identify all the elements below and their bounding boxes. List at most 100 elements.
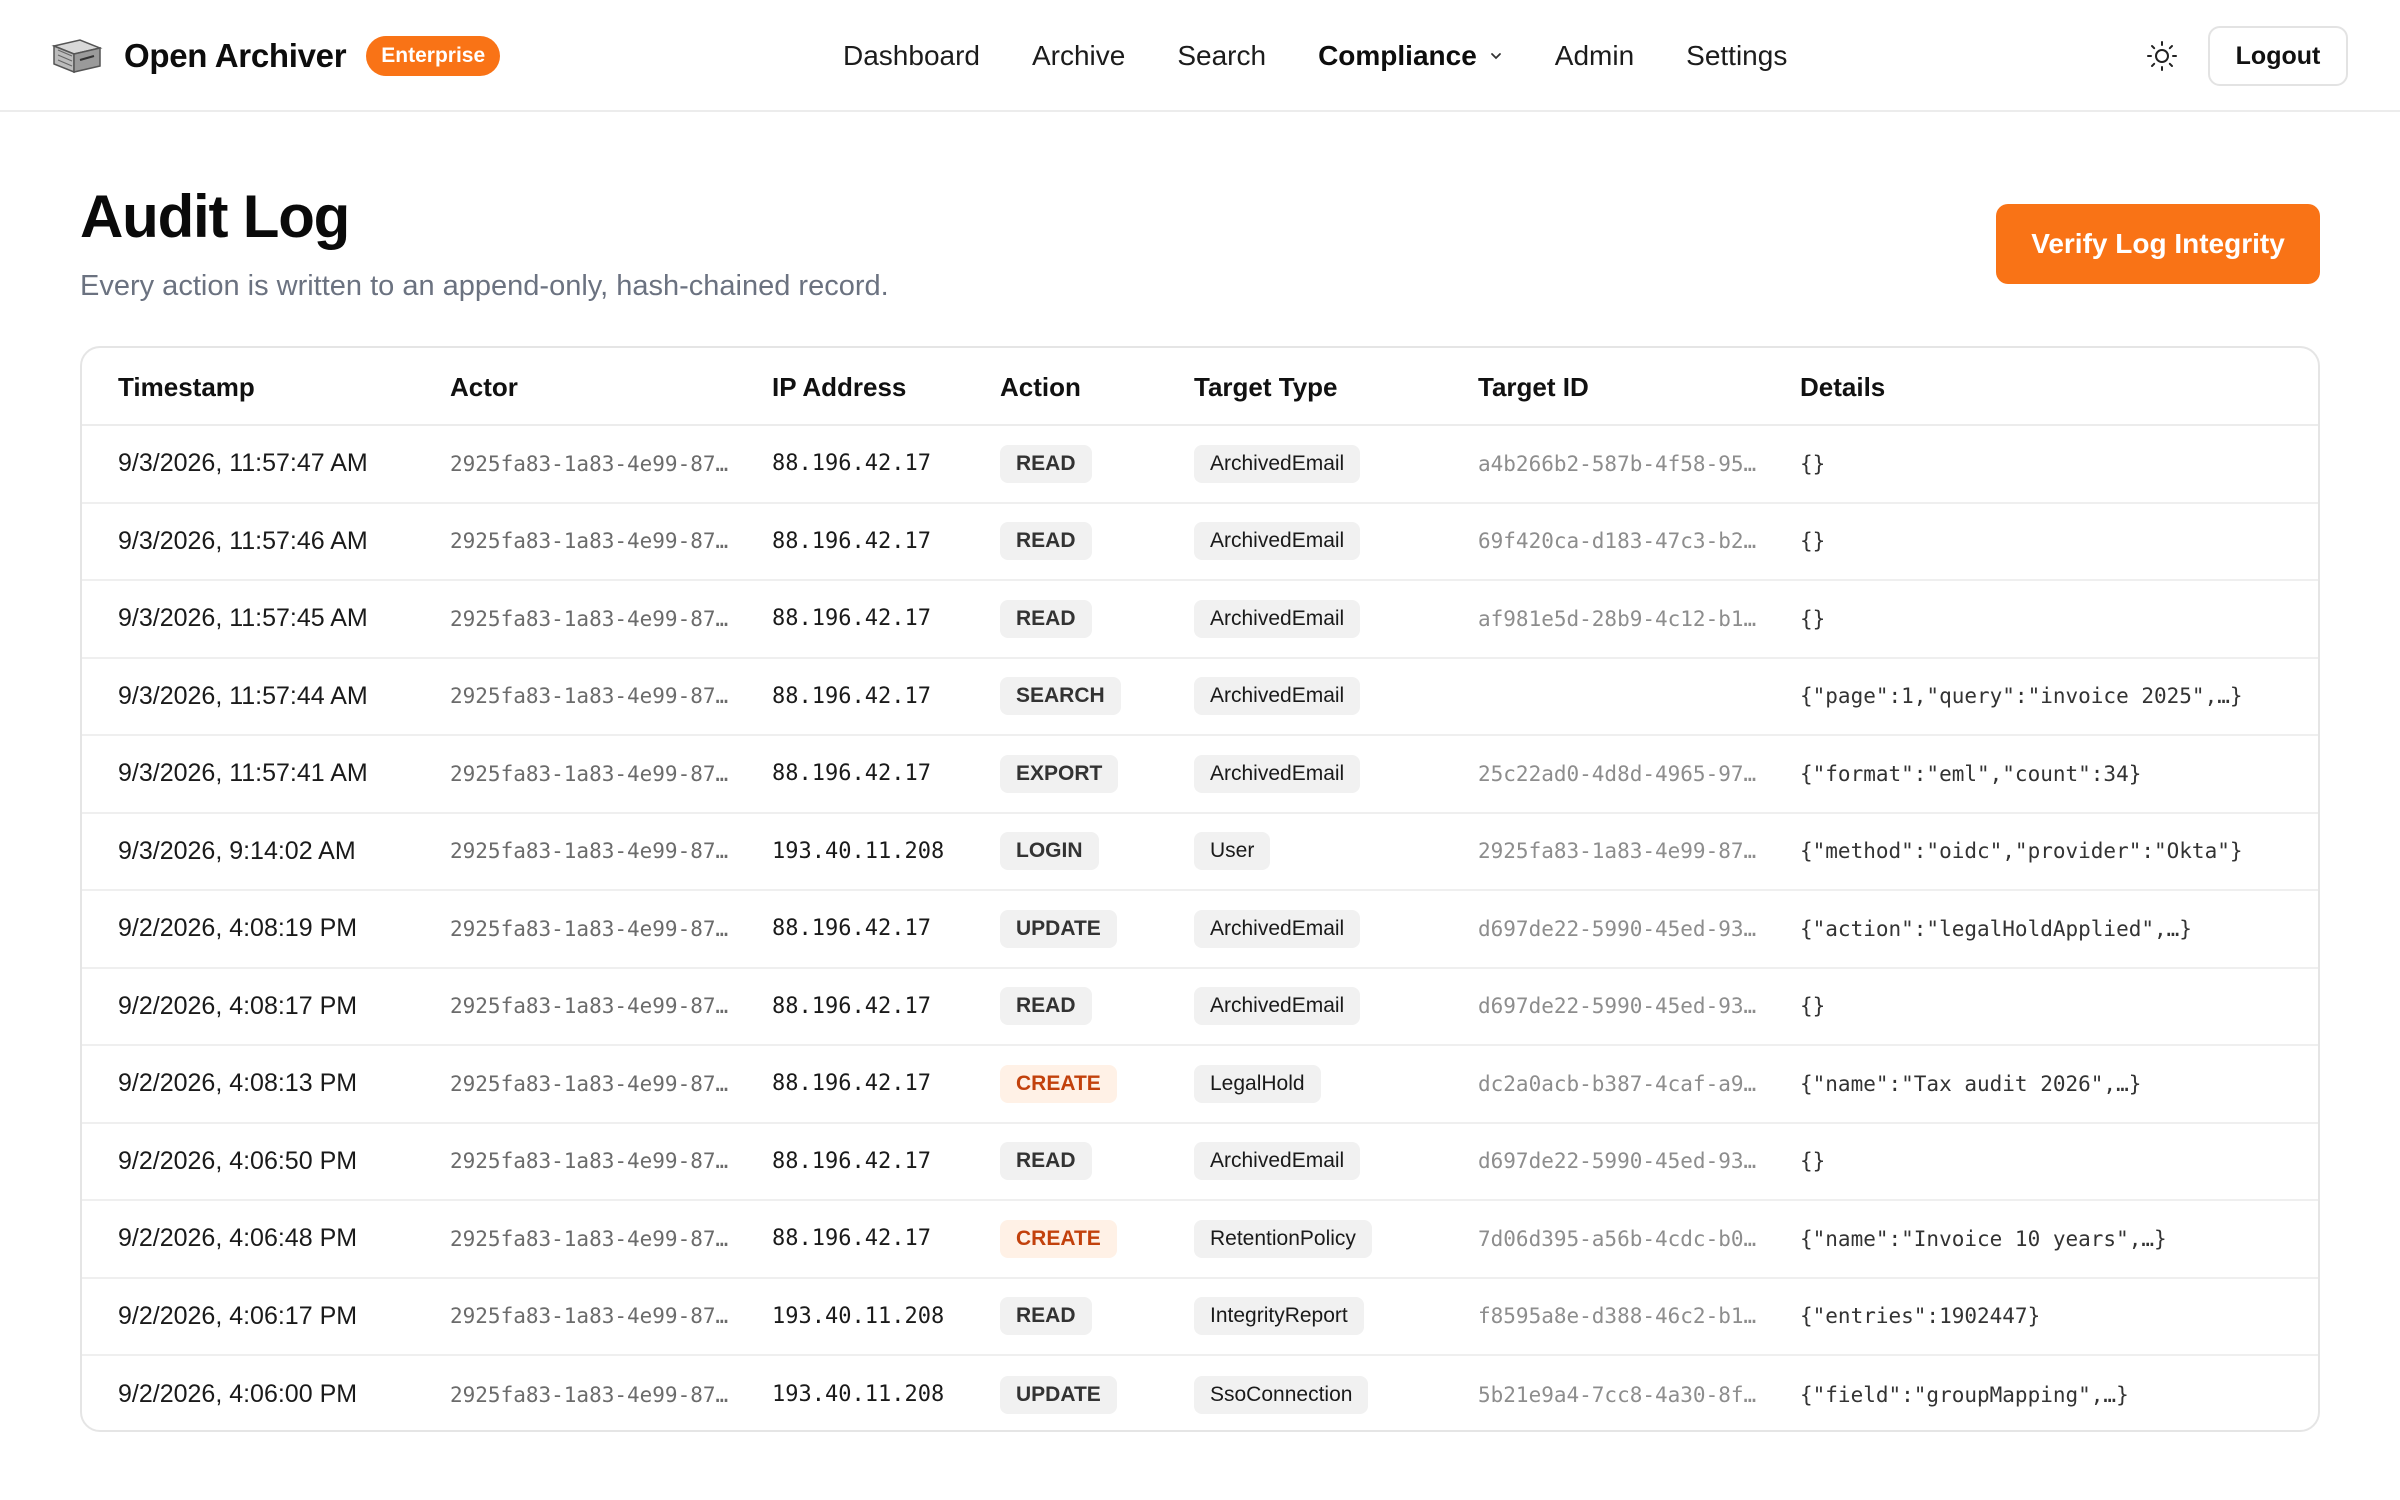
target-type-badge: SsoConnection	[1194, 1375, 1369, 1414]
ip-address-cell: 88.196.42.17	[772, 581, 972, 657]
timestamp: 9/2/2026, 4:08:13 PM	[118, 1069, 358, 1098]
timestamp: 9/3/2026, 11:57:41 AM	[118, 759, 368, 788]
actor-id: 2925fa83-1a83-4e99-87…	[450, 1149, 729, 1174]
target-type-badge: ArchivedEmail	[1194, 909, 1361, 948]
nav-search[interactable]: Search	[1177, 40, 1266, 72]
action-badge: CREATE	[1000, 1064, 1117, 1103]
table-row[interactable]: 9/2/2026, 4:06:00 PM 2925fa83-1a83-4e99-8…	[82, 1356, 2318, 1430]
details-json-cell: {"entries":1902447}	[1800, 1279, 2300, 1355]
actor-id: 2925fa83-1a83-4e99-87…	[450, 529, 729, 554]
actor-id: 2925fa83-1a83-4e99-87…	[450, 606, 729, 631]
target-type-badge: User	[1194, 832, 1271, 871]
details-json-cell: {"format":"eml","count":34}	[1800, 736, 2300, 812]
table-row[interactable]: 9/2/2026, 4:06:17 PM 2925fa83-1a83-4e99-8…	[82, 1279, 2318, 1356]
target-id-cell: f8595a8e-d388-46c2-b1…	[1478, 1279, 1774, 1355]
actor-id: 2925fa83-1a83-4e99-87…	[450, 1382, 729, 1407]
table-row[interactable]: 9/3/2026, 11:57:47 AM 2925fa83-1a83-4e99-…	[82, 426, 2318, 504]
timestamp: 9/2/2026, 4:06:50 PM	[118, 1146, 358, 1175]
target-type-badge-cell: ArchivedEmail	[1194, 891, 1474, 967]
sun-icon[interactable]	[2144, 38, 2180, 74]
target-type-badge-cell: ArchivedEmail	[1194, 659, 1474, 735]
actor-id: 2925fa83-1a83-4e99-87…	[450, 994, 729, 1019]
target-type-badge-cell: ArchivedEmail	[1194, 426, 1474, 502]
target-id: d697de22-5990-45ed-93…	[1478, 916, 1757, 941]
target-id-cell	[1478, 659, 1774, 735]
nav-admin[interactable]: Admin	[1555, 40, 1634, 72]
target-id: 5b21e9a4-7cc8-4a30-8f…	[1478, 1382, 1757, 1407]
ip-address-cell: 88.196.42.17	[772, 504, 972, 580]
audit-log-table: Timestamp Actor IP Address Action Target…	[80, 346, 2320, 1432]
details-json: {"page":1,"query":"invoice 2025",…}	[1800, 684, 2243, 709]
action-badge: READ	[1000, 987, 1092, 1026]
table-header: Timestamp Actor IP Address Action Target…	[82, 348, 2318, 426]
timestamp: 9/3/2026, 11:57:47 AM	[118, 449, 368, 478]
action-badge: UPDATE	[1000, 909, 1117, 948]
ip-address: 88.196.42.17	[772, 606, 931, 632]
ip-address: 88.196.42.17	[772, 761, 931, 787]
details-json: {"entries":1902447}	[1800, 1304, 2041, 1329]
ip-address: 193.40.11.208	[772, 1382, 945, 1408]
table-row[interactable]: 9/3/2026, 11:57:46 AM 2925fa83-1a83-4e99-…	[82, 504, 2318, 581]
target-id-cell: 5b21e9a4-7cc8-4a30-8f…	[1478, 1356, 1774, 1430]
actor-id: 2925fa83-1a83-4e99-87…	[450, 684, 729, 709]
timestamp-cell: 9/2/2026, 4:06:00 PM	[118, 1356, 438, 1430]
timestamp-cell: 9/2/2026, 4:08:13 PM	[118, 1046, 438, 1122]
ip-address-cell: 193.40.11.208	[772, 814, 972, 890]
table-row[interactable]: 9/3/2026, 11:57:41 AM 2925fa83-1a83-4e99-…	[82, 736, 2318, 814]
details-json-cell: {"method":"oidc","provider":"Okta"}	[1800, 814, 2300, 890]
logout-button[interactable]: Logout	[2208, 26, 2348, 86]
timestamp: 9/2/2026, 4:06:48 PM	[118, 1224, 358, 1253]
timestamp-cell: 9/2/2026, 4:06:17 PM	[118, 1279, 438, 1355]
action-badge: CREATE	[1000, 1219, 1117, 1258]
top-navbar: Open Archiver Enterprise Dashboard Archi…	[0, 0, 2400, 112]
table-row[interactable]: 9/2/2026, 4:08:13 PM 2925fa83-1a83-4e99-8…	[82, 1046, 2318, 1124]
action-badge: READ	[1000, 522, 1092, 561]
table-row[interactable]: 9/3/2026, 11:57:44 AM 2925fa83-1a83-4e99-…	[82, 659, 2318, 736]
timestamp: 9/2/2026, 4:08:17 PM	[118, 991, 358, 1020]
table-row[interactable]: 9/3/2026, 11:57:45 AM 2925fa83-1a83-4e99-…	[82, 581, 2318, 659]
nav-compliance-dropdown[interactable]: Compliance	[1318, 40, 1503, 72]
ip-address: 88.196.42.17	[772, 683, 931, 709]
actor-id-cell: 2925fa83-1a83-4e99-87…	[450, 1279, 746, 1355]
target-id-cell: af981e5d-28b9-4c12-b1…	[1478, 581, 1774, 657]
actor-id: 2925fa83-1a83-4e99-87…	[450, 761, 729, 786]
details-json: {}	[1800, 529, 1826, 554]
verify-log-integrity-button[interactable]: Verify Log Integrity	[1996, 204, 2320, 284]
ip-address: 88.196.42.17	[772, 916, 931, 942]
table-row[interactable]: 9/3/2026, 9:14:02 AM 2925fa83-1a83-4e99-8…	[82, 814, 2318, 891]
details-json-cell: {"name":"Invoice 10 years",…}	[1800, 1201, 2300, 1277]
timestamp-cell: 9/3/2026, 11:57:41 AM	[118, 736, 438, 812]
table-row[interactable]: 9/2/2026, 4:06:50 PM 2925fa83-1a83-4e99-8…	[82, 1124, 2318, 1201]
ip-address: 88.196.42.17	[772, 1226, 931, 1252]
nav-archive[interactable]: Archive	[1032, 40, 1125, 72]
table-row[interactable]: 9/2/2026, 4:08:17 PM 2925fa83-1a83-4e99-8…	[82, 969, 2318, 1046]
details-json: {}	[1800, 994, 1826, 1019]
details-json: {"method":"oidc","provider":"Okta"}	[1800, 839, 2243, 864]
actor-id: 2925fa83-1a83-4e99-87…	[450, 451, 729, 476]
target-id-cell: d697de22-5990-45ed-93…	[1478, 891, 1774, 967]
col-details: Details	[1800, 372, 1886, 402]
target-type-badge: LegalHold	[1194, 1064, 1321, 1103]
actor-id-cell: 2925fa83-1a83-4e99-87…	[450, 1356, 746, 1430]
nav-dashboard[interactable]: Dashboard	[843, 40, 980, 72]
ip-address-cell: 193.40.11.208	[772, 1279, 972, 1355]
table-row[interactable]: 9/2/2026, 4:08:19 PM 2925fa83-1a83-4e99-8…	[82, 891, 2318, 969]
actor-id: 2925fa83-1a83-4e99-87…	[450, 1071, 729, 1096]
target-id: 69f420ca-d183-47c3-b2…	[1478, 529, 1757, 554]
action-badge: READ	[1000, 444, 1092, 483]
nav-settings[interactable]: Settings	[1686, 40, 1787, 72]
brand[interactable]: Open Archiver Enterprise	[50, 30, 501, 82]
timestamp-cell: 9/3/2026, 11:57:44 AM	[118, 659, 438, 735]
table-body: 9/3/2026, 11:57:47 AM 2925fa83-1a83-4e99-…	[82, 426, 2318, 1430]
ip-address-cell: 88.196.42.17	[772, 659, 972, 735]
nav-compliance-label: Compliance	[1318, 40, 1477, 71]
table-row[interactable]: 9/2/2026, 4:06:48 PM 2925fa83-1a83-4e99-8…	[82, 1201, 2318, 1279]
timestamp-cell: 9/2/2026, 4:08:17 PM	[118, 969, 438, 1045]
target-id: af981e5d-28b9-4c12-b1…	[1478, 606, 1757, 631]
target-type-badge-cell: ArchivedEmail	[1194, 736, 1474, 812]
ip-address: 193.40.11.208	[772, 1303, 945, 1329]
details-json-cell: {}	[1800, 581, 2300, 657]
target-id-cell: 7d06d395-a56b-4cdc-b0…	[1478, 1201, 1774, 1277]
action-badge-cell: UPDATE	[1000, 891, 1180, 967]
action-badge-cell: READ	[1000, 426, 1180, 502]
